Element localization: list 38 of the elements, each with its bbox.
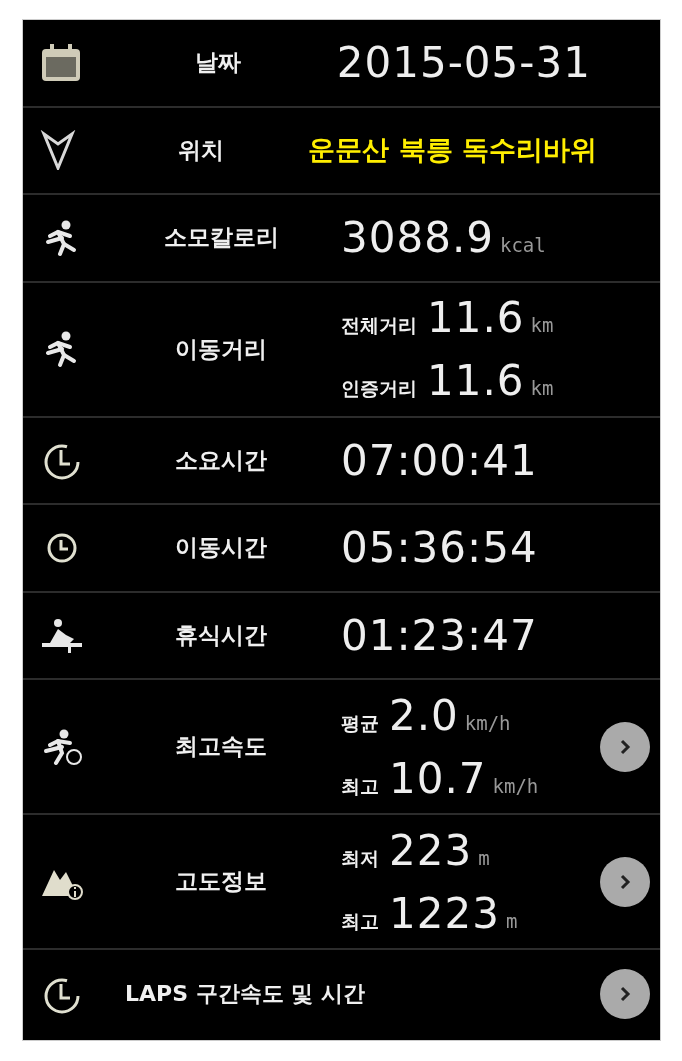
stat-value: 1223 xyxy=(389,888,500,938)
sub-label: 전체거리 xyxy=(341,313,417,338)
row-label: 소모칼로리 xyxy=(162,223,280,253)
row-label: 이동거리 xyxy=(174,334,268,364)
laps-link[interactable]: LAPS 구간속도 및 시간 xyxy=(101,978,590,1009)
detail-button[interactable] xyxy=(600,856,650,907)
unit-label: kcal xyxy=(499,234,546,257)
stat-value: 운문산 북릉 독수리바위 xyxy=(308,133,598,168)
row-label: 위치 xyxy=(176,135,225,165)
unit-label: km xyxy=(530,314,554,336)
sub-label: 평균 xyxy=(341,710,379,736)
row-label: 날짜 xyxy=(194,48,243,78)
stat-value: 223 xyxy=(389,825,473,875)
detail-button[interactable] xyxy=(600,721,650,772)
row-label: 휴식시간 xyxy=(174,620,268,650)
sub-label: 최저 xyxy=(341,845,379,871)
row-label: 고도정보 xyxy=(174,867,268,896)
sub-label: 인증거리 xyxy=(341,376,417,401)
unit-label: m xyxy=(478,846,490,869)
row-label: 이동시간 xyxy=(174,533,268,563)
row-label: 소요시간 xyxy=(174,445,268,475)
stat-value: 01:23:47 xyxy=(341,610,538,660)
stat-value: 2015-05-31 xyxy=(336,38,591,88)
row-label: 최고속도 xyxy=(174,732,268,761)
unit-label: km/h xyxy=(492,774,539,797)
stat-value: 10.7 xyxy=(389,753,487,803)
stat-value: 2.0 xyxy=(389,690,459,740)
stat-value: 11.6 xyxy=(427,293,525,342)
stat-value: 11.6 xyxy=(427,356,525,405)
stat-value: 3088.9 xyxy=(341,213,494,263)
unit-label: km/h xyxy=(464,711,511,734)
unit-label: km xyxy=(530,377,554,399)
stat-value: 05:36:54 xyxy=(341,523,538,573)
unit-label: m xyxy=(505,909,518,932)
stat-value: 07:00:41 xyxy=(341,435,538,485)
detail-button[interactable] xyxy=(600,968,650,1019)
sub-label: 최고 xyxy=(341,773,379,799)
sub-label: 최고 xyxy=(341,908,379,934)
